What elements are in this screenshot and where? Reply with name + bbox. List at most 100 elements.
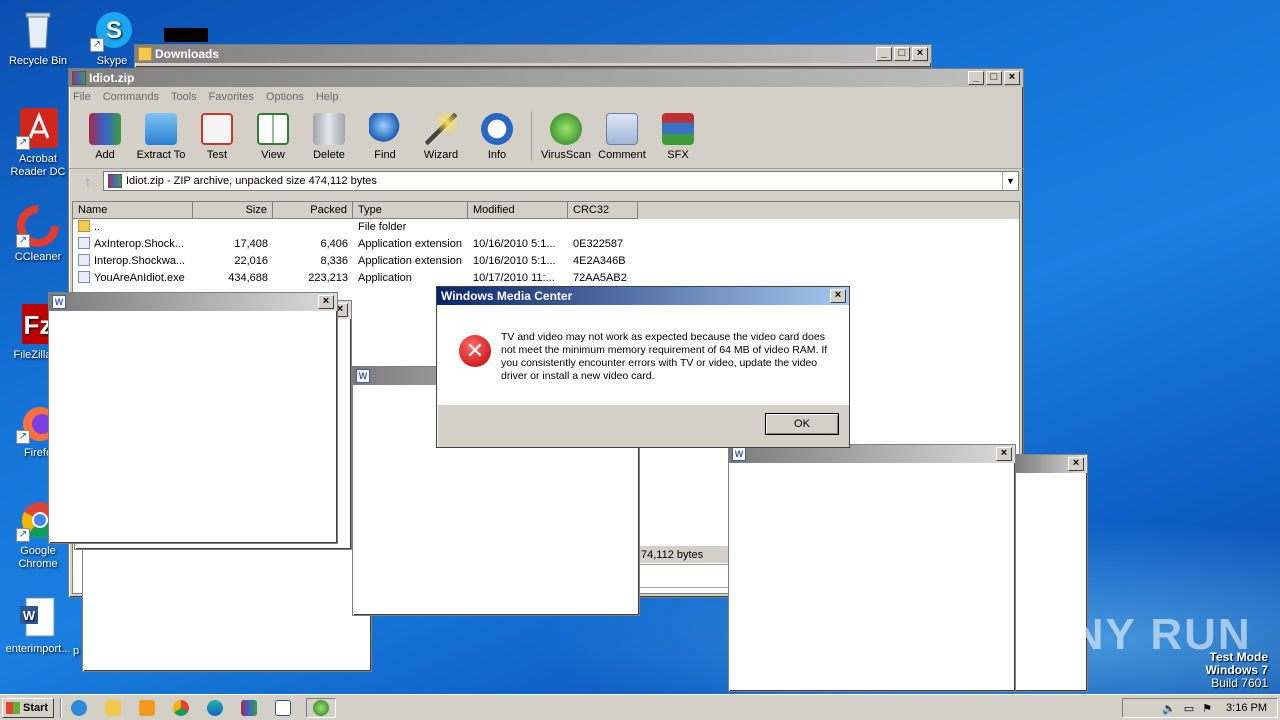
menu-options[interactable]: Options: [266, 91, 304, 103]
desktop-icon-word-doc[interactable]: W enterimport...: [0, 596, 76, 656]
popup-titlebar[interactable]: ×: [1015, 455, 1087, 473]
menu-favorites[interactable]: Favorites: [209, 91, 254, 103]
winrar-icon: [72, 71, 86, 85]
dll-file-icon: [78, 237, 90, 249]
test-button[interactable]: Test: [189, 111, 245, 161]
file-crc: 4E2A346B: [573, 255, 626, 267]
tool-label: SFX: [667, 149, 689, 161]
table-row[interactable]: AxInterop.Shock... 17,408 6,406 Applicat…: [73, 236, 1019, 253]
add-button[interactable]: Add: [77, 111, 133, 161]
media-player-button[interactable]: [136, 698, 158, 718]
delete-button[interactable]: Delete: [301, 111, 357, 161]
file-name: ..: [94, 221, 101, 233]
close-button[interactable]: ×: [996, 447, 1012, 461]
ie-button[interactable]: [68, 698, 90, 718]
column-modified[interactable]: Modified: [468, 202, 568, 219]
flag-icon[interactable]: ⚑: [1202, 702, 1212, 715]
popup-titlebar[interactable]: W ×: [49, 293, 337, 311]
table-row[interactable]: .. File folder: [73, 219, 1019, 236]
start-button[interactable]: Start: [2, 697, 54, 718]
maximize-button[interactable]: □: [894, 47, 910, 61]
extract-to-button[interactable]: Extract To: [133, 111, 189, 161]
book-view-icon: [257, 113, 289, 145]
virusscan-button[interactable]: VirusScan: [538, 111, 594, 161]
shortcut-arrow-icon: ↗: [16, 430, 30, 444]
windows-logo-icon: [6, 701, 20, 714]
tool-label: Wizard: [423, 149, 459, 161]
tool-label: Extract To: [136, 149, 186, 161]
blank-popup-window[interactable]: W ×: [48, 292, 338, 544]
menu-commands[interactable]: Commands: [103, 91, 159, 103]
toolbar: Add Extract To Test View Delete Find Wiz…: [69, 107, 1023, 169]
downloads-window[interactable]: Downloads _ □ ×: [134, 44, 932, 68]
desktop-icon-label: Google Chrome: [18, 545, 58, 570]
blank-popup-window[interactable]: W ×: [728, 444, 1016, 692]
network-icon[interactable]: ▭: [1184, 702, 1194, 715]
sfx-button[interactable]: SFX: [650, 111, 706, 161]
comment-icon: [606, 113, 638, 145]
file-size: 22,016: [234, 255, 268, 267]
window-title: Downloads: [155, 47, 220, 61]
address-field[interactable]: Idiot.zip - ZIP archive, unpacked size 4…: [103, 171, 1019, 191]
volume-icon[interactable]: 🔈: [1162, 702, 1176, 715]
shortcut-arrow-icon: ↗: [16, 136, 30, 150]
close-button[interactable]: ×: [912, 47, 928, 61]
close-button[interactable]: ×: [830, 289, 846, 303]
wand-icon: [425, 113, 457, 145]
column-size[interactable]: Size: [193, 202, 273, 219]
file-type: Application extension: [358, 255, 462, 267]
downloads-titlebar[interactable]: Downloads _ □ ×: [135, 45, 931, 63]
find-button[interactable]: Find: [357, 111, 413, 161]
winrar-taskbar-button[interactable]: [238, 698, 260, 718]
column-name[interactable]: Name: [73, 202, 193, 219]
menu-file[interactable]: File: [73, 91, 91, 103]
table-row[interactable]: Interop.Shockwa... 22,016 8,336 Applicat…: [73, 253, 1019, 270]
virus-icon: [550, 113, 582, 145]
desktop-icon-acrobat[interactable]: ↗ Acrobat Reader DC: [0, 106, 76, 179]
dialog-titlebar[interactable]: Windows Media Center ×: [437, 287, 849, 305]
column-crc32[interactable]: CRC32: [568, 202, 638, 219]
winrar-titlebar[interactable]: Idiot.zip _ □ ×: [69, 69, 1023, 87]
close-button[interactable]: ×: [1068, 457, 1084, 471]
menu-help[interactable]: Help: [316, 91, 339, 103]
wizard-button[interactable]: Wizard: [413, 111, 469, 161]
ok-button[interactable]: OK: [765, 413, 839, 435]
close-button[interactable]: ×: [318, 295, 334, 309]
media-center-taskbar-button[interactable]: [306, 697, 336, 718]
word-icon: [275, 699, 291, 716]
view-button[interactable]: View: [245, 111, 301, 161]
comment-button[interactable]: Comment: [594, 111, 650, 161]
file-modified: 10/16/2010 5:1...: [473, 255, 556, 267]
clock[interactable]: 3:16 PM: [1226, 702, 1267, 714]
info-button[interactable]: Info: [469, 111, 525, 161]
column-type[interactable]: Type: [353, 202, 468, 219]
dialog-title: Windows Media Center: [441, 289, 573, 303]
maximize-button[interactable]: □: [986, 71, 1002, 85]
desktop-icon-recycle-bin[interactable]: Recycle Bin: [0, 8, 76, 68]
word-doc-icon: W: [16, 596, 60, 640]
desktop-black-block: [164, 28, 208, 42]
chrome-button[interactable]: [170, 698, 192, 718]
desktop-icon-label: Acrobat Reader DC: [10, 153, 66, 178]
word-taskbar-button[interactable]: [272, 698, 294, 718]
desktop-icon-ccleaner[interactable]: ↗ CCleaner: [0, 204, 76, 264]
dropdown-arrow-icon[interactable]: ▼: [1002, 172, 1018, 190]
up-arrow-icon[interactable]: ↑: [73, 173, 103, 189]
file-type: Application extension: [358, 238, 462, 250]
tool-label: VirusScan: [541, 149, 591, 161]
minimize-button[interactable]: _: [876, 47, 892, 61]
close-button[interactable]: ×: [1004, 71, 1020, 85]
svg-text:W: W: [23, 608, 36, 623]
shortcut-arrow-icon: ↗: [16, 234, 30, 248]
tool-label: Find: [374, 149, 396, 161]
clipboard-test-icon: [201, 113, 233, 145]
minimize-button[interactable]: _: [968, 71, 984, 85]
error-dialog[interactable]: Windows Media Center × ✕ TV and video ma…: [436, 286, 850, 448]
ie-icon: [71, 699, 87, 716]
table-row[interactable]: YouAreAnIdiot.exe 434,688 223,213 Applic…: [73, 270, 1019, 287]
svg-text:S: S: [106, 17, 122, 44]
column-packed[interactable]: Packed: [273, 202, 353, 219]
menu-tools[interactable]: Tools: [171, 91, 197, 103]
explorer-button[interactable]: [102, 698, 124, 718]
edge-button[interactable]: [204, 698, 226, 718]
